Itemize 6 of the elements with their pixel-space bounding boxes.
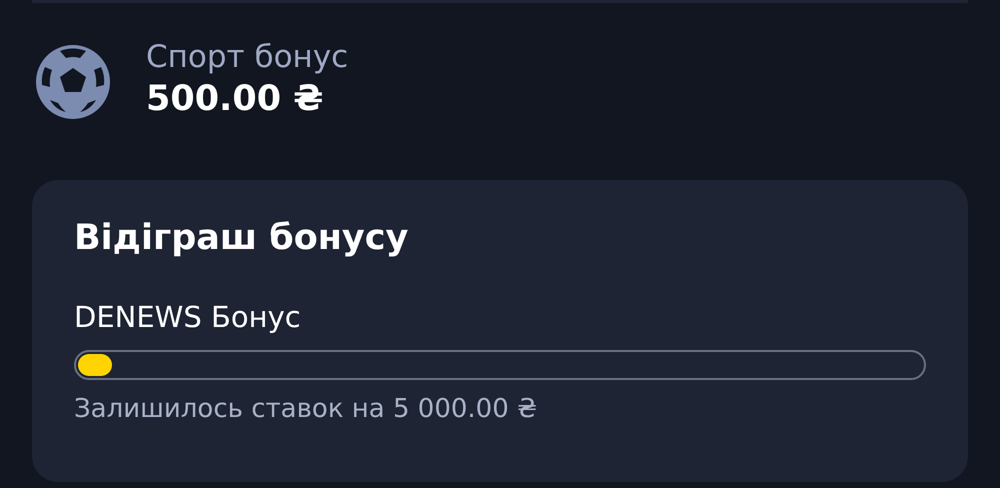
- soccer-ball-icon: [36, 45, 110, 119]
- bonus-amount: 500.00 ₴: [146, 79, 324, 119]
- bonus-title: Спорт бонус: [146, 39, 348, 75]
- bonus-name: DENEWS Бонус: [74, 300, 302, 334]
- card-title: Відіграш бонусу: [74, 218, 410, 258]
- remaining-text: Залишилось ставок на 5 000.00 ₴: [74, 394, 538, 424]
